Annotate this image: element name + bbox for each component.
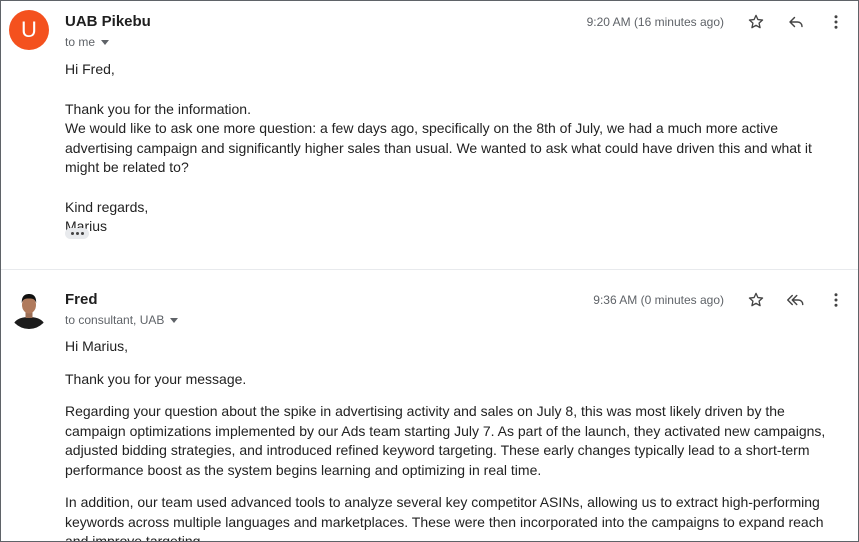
timestamp: 9:20 AM (16 minutes ago)	[586, 15, 724, 29]
message-body: Hi Fred, Thank you for the information. …	[65, 60, 848, 237]
reply-all-icon	[787, 294, 804, 306]
message-body: Hi Marius, Thank you for your message. R…	[65, 337, 848, 542]
timestamp: 9:36 AM (0 minutes ago)	[593, 293, 724, 307]
email-thread: U UAB Pikebu to me 9:20 AM (16 minutes a…	[0, 0, 859, 542]
recipients-toggle[interactable]: to me	[65, 35, 110, 49]
more-vert-icon	[834, 293, 838, 307]
greeting: Hi Marius,	[65, 338, 129, 354]
recipients-toggle[interactable]: to consultant, UAB	[65, 313, 179, 327]
message-actions	[726, 11, 846, 33]
body-paragraph: Thank you for your message.	[65, 370, 247, 387]
star-button[interactable]	[746, 11, 766, 33]
body-paragraph: Regarding your question about the spike …	[65, 403, 826, 478]
star-button[interactable]	[746, 289, 766, 311]
signature: Marius	[65, 218, 108, 234]
sender-name[interactable]: Fred	[65, 291, 98, 308]
sender-name[interactable]: UAB Pikebu	[65, 13, 151, 30]
email-message: Fred to consultant, UAB 9:36 AM (0 minut…	[1, 270, 858, 542]
message-actions	[726, 289, 846, 311]
body-paragraph: We would like to ask one more question: …	[65, 120, 812, 175]
body-paragraph: Thank you for the information.	[65, 100, 251, 117]
show-trimmed-content-button[interactable]	[65, 228, 89, 239]
more-options-button[interactable]	[826, 289, 846, 311]
profile-photo-icon	[9, 289, 49, 329]
greeting: Hi Fred,	[65, 61, 115, 77]
email-message: U UAB Pikebu to me 9:20 AM (16 minutes a…	[1, 1, 858, 269]
more-options-button[interactable]	[826, 11, 846, 33]
recipients-label: to consultant, UAB	[65, 313, 165, 327]
more-vert-icon	[834, 15, 838, 29]
caret-down-icon	[170, 318, 179, 323]
recipients-label: to me	[65, 35, 96, 49]
reply-button[interactable]	[786, 11, 806, 33]
reply-all-button[interactable]	[786, 289, 806, 311]
reply-icon	[789, 16, 803, 28]
avatar[interactable]: U	[9, 10, 49, 50]
caret-down-icon	[101, 40, 110, 45]
star-icon	[748, 14, 764, 29]
avatar[interactable]	[9, 289, 49, 329]
body-paragraph: In addition, our team used advanced tool…	[65, 494, 824, 542]
star-icon	[748, 292, 764, 307]
closing: Kind regards,	[65, 198, 149, 215]
